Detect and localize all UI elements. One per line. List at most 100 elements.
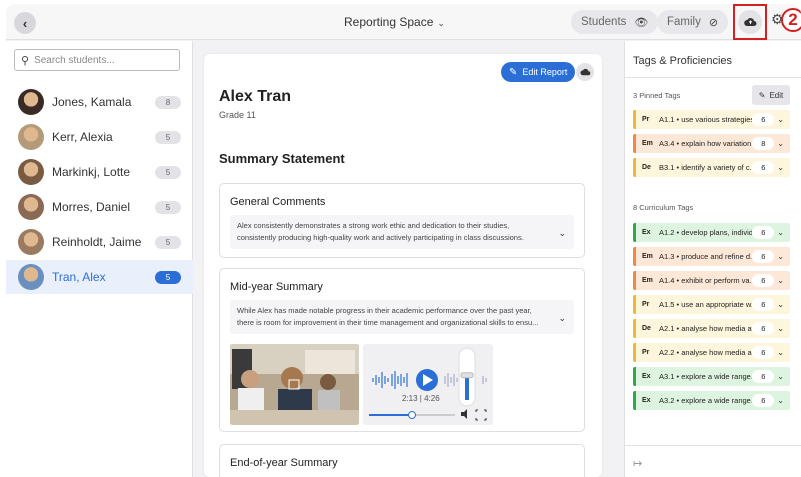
students-toggle[interactable]: Students 👁 <box>571 10 659 34</box>
tag-level[interactable]: 6 <box>752 322 775 335</box>
tag-item[interactable]: Pr A2.2 • analyse how media a... 6 ⌄ <box>633 343 790 362</box>
chevron-down-icon[interactable]: ⌄ <box>777 115 784 124</box>
volume-icon <box>461 409 467 419</box>
app-window: ‹ Reporting Space ⌄ Students 👁 Family ⊘ ⚙… <box>6 4 801 477</box>
chevron-down-icon[interactable]: ⌄ <box>777 372 784 381</box>
cloud-upload-button[interactable] <box>576 63 594 81</box>
student-name: Jones, Kamala <box>52 95 132 109</box>
chevron-down-icon[interactable]: ⌄ <box>777 276 784 285</box>
curriculum-tags-label: 8 Curriculum Tags <box>633 203 694 212</box>
search-input[interactable]: ⚲ Search students... <box>14 49 180 71</box>
general-comments-body: Alex consistently demonstrates a strong … <box>237 221 524 242</box>
search-icon: ⚲ <box>21 54 30 67</box>
classroom-photo[interactable] <box>230 344 359 425</box>
tag-level[interactable]: 6 <box>752 161 775 174</box>
avatar <box>18 194 44 220</box>
divider <box>625 445 801 446</box>
chevron-down-icon[interactable]: ⌄ <box>777 348 784 357</box>
student-row[interactable]: Morres, Daniel 5 <box>6 190 193 224</box>
chevron-down-icon[interactable]: ⌄ <box>558 227 566 239</box>
student-name: Tran, Alex <box>52 270 106 284</box>
endyear-summary-card: End-of-year Summary <box>219 444 585 477</box>
tag-text: A2.1 • analyse how media af... <box>659 324 753 333</box>
space-selector[interactable]: Reporting Space ⌄ <box>344 15 445 29</box>
tag-level[interactable]: 6 <box>752 113 775 126</box>
tag-level[interactable]: 6 <box>752 394 775 407</box>
tag-item[interactable]: Em A3.4 • explain how variation... 8 ⌄ <box>633 134 790 153</box>
tag-item[interactable]: Ex A1.2 • develop plans, individ... 6 ⌄ <box>633 223 790 242</box>
midyear-summary-text[interactable]: While Alex has made notable progress in … <box>230 300 574 334</box>
tag-code: Pr <box>642 116 650 123</box>
tag-level[interactable]: 6 <box>752 298 775 311</box>
tag-text: A1.4 • exhibit or perform va... <box>659 276 753 285</box>
pinned-tags-label: 3 Pinned Tags <box>633 91 681 100</box>
tag-item[interactable]: Ex A3.2 • explore a wide range... 6 ⌄ <box>633 391 790 410</box>
chevron-down-icon[interactable]: ⌄ <box>777 228 784 237</box>
space-title: Reporting Space <box>344 15 434 29</box>
tag-code: De <box>642 164 651 171</box>
audio-player: 2:13 | 4:26 <box>363 344 493 425</box>
tag-item[interactable]: Pr A1.1 • use various strategies... 6 ⌄ <box>633 110 790 129</box>
student-row[interactable]: Tran, Alex 5 <box>6 260 193 294</box>
chevron-down-icon[interactable]: ⌄ <box>777 252 784 261</box>
tag-item[interactable]: Em A1.3 • produce and refine d... 6 ⌄ <box>633 247 790 266</box>
tag-count-badge: 5 <box>155 235 181 249</box>
tag-item[interactable]: Ex A3.1 • explore a wide range... 6 ⌄ <box>633 367 790 386</box>
student-row[interactable]: Jones, Kamala 8 <box>6 85 193 119</box>
search-placeholder: Search students... <box>34 54 115 66</box>
student-row[interactable]: Reinholdt, Jaime 5 <box>6 225 193 259</box>
tag-code: Ex <box>642 373 651 380</box>
tag-level[interactable]: 8 <box>752 137 775 150</box>
chevron-down-icon[interactable]: ⌄ <box>777 324 784 333</box>
chevron-down-icon[interactable]: ⌄ <box>777 300 784 309</box>
general-comments-card: General Comments Alex consistently demon… <box>219 183 585 258</box>
general-comments-text[interactable]: Alex consistently demonstrates a strong … <box>230 215 574 249</box>
tag-text: A1.5 • use an appropriate w... <box>659 300 753 309</box>
tag-item[interactable]: Em A1.4 • exhibit or perform va... 6 ⌄ <box>633 271 790 290</box>
chevron-down-icon[interactable]: ⌄ <box>777 139 784 148</box>
chevron-down-icon: ⌄ <box>437 18 445 28</box>
student-row[interactable]: Markinkj, Lotte 5 <box>6 155 193 189</box>
tag-item[interactable]: De B3.1 • identify a variety of c... 6 ⌄ <box>633 158 790 177</box>
edit-report-label: Edit Report <box>522 67 568 77</box>
tag-text: A1.1 • use various strategies... <box>659 115 753 124</box>
tag-item[interactable]: Pr A1.5 • use an appropriate w... 6 ⌄ <box>633 295 790 314</box>
tags-panel: Tags & Proficiencies 3 Pinned Tags ✎ Edi… <box>624 41 801 477</box>
tag-code: Em <box>642 140 653 147</box>
student-grade: Grade 11 <box>219 110 256 120</box>
edit-tags-button[interactable]: ✎ Edit <box>752 85 790 105</box>
chevron-down-icon[interactable]: ⌄ <box>777 396 784 405</box>
avatar <box>18 229 44 255</box>
avatar <box>18 264 44 290</box>
student-name: Kerr, Alexia <box>52 130 113 144</box>
tag-level[interactable]: 6 <box>752 370 775 383</box>
waveform-graphic: 2:13 | 4:26 <box>369 347 487 421</box>
avatar <box>18 159 44 185</box>
tag-level[interactable]: 6 <box>752 226 775 239</box>
collapse-panel-icon[interactable]: ↦ <box>633 457 642 470</box>
tag-level[interactable]: 6 <box>752 250 775 263</box>
tag-text: A3.4 • explain how variation... <box>659 139 753 148</box>
summary-heading: Summary Statement <box>219 151 345 166</box>
student-sidebar: ⚲ Search students... Jones, Kamala 8 Kerr,… <box>6 41 193 477</box>
student-name: Reinholdt, Jaime <box>52 235 142 249</box>
tag-level[interactable]: 6 <box>752 274 775 287</box>
tag-code: Em <box>642 253 653 260</box>
eye-slash-icon: ⊘ <box>708 16 719 29</box>
tag-count-badge: 5 <box>155 270 181 284</box>
tag-text: B3.1 • identify a variety of c... <box>659 163 753 172</box>
cloud-icon <box>579 68 590 76</box>
tag-level[interactable]: 6 <box>752 346 775 359</box>
student-row[interactable]: Kerr, Alexia 5 <box>6 120 193 154</box>
edit-report-button[interactable]: ✎ Edit Report <box>501 62 576 82</box>
chevron-down-icon[interactable]: ⌄ <box>777 163 784 172</box>
tag-text: A3.1 • explore a wide range... <box>659 372 753 381</box>
tag-text: A1.3 • produce and refine d... <box>659 252 753 261</box>
chevron-down-icon[interactable]: ⌄ <box>558 312 566 324</box>
tag-code: Ex <box>642 397 651 404</box>
tag-item[interactable]: De A2.1 • analyse how media af... 6 ⌄ <box>633 319 790 338</box>
back-button[interactable]: ‹ <box>14 12 36 34</box>
family-toggle[interactable]: Family ⊘ <box>657 10 729 34</box>
tag-code: Ex <box>642 229 651 236</box>
top-bar: ‹ Reporting Space ⌄ Students 👁 Family ⊘ ⚙… <box>6 4 801 40</box>
